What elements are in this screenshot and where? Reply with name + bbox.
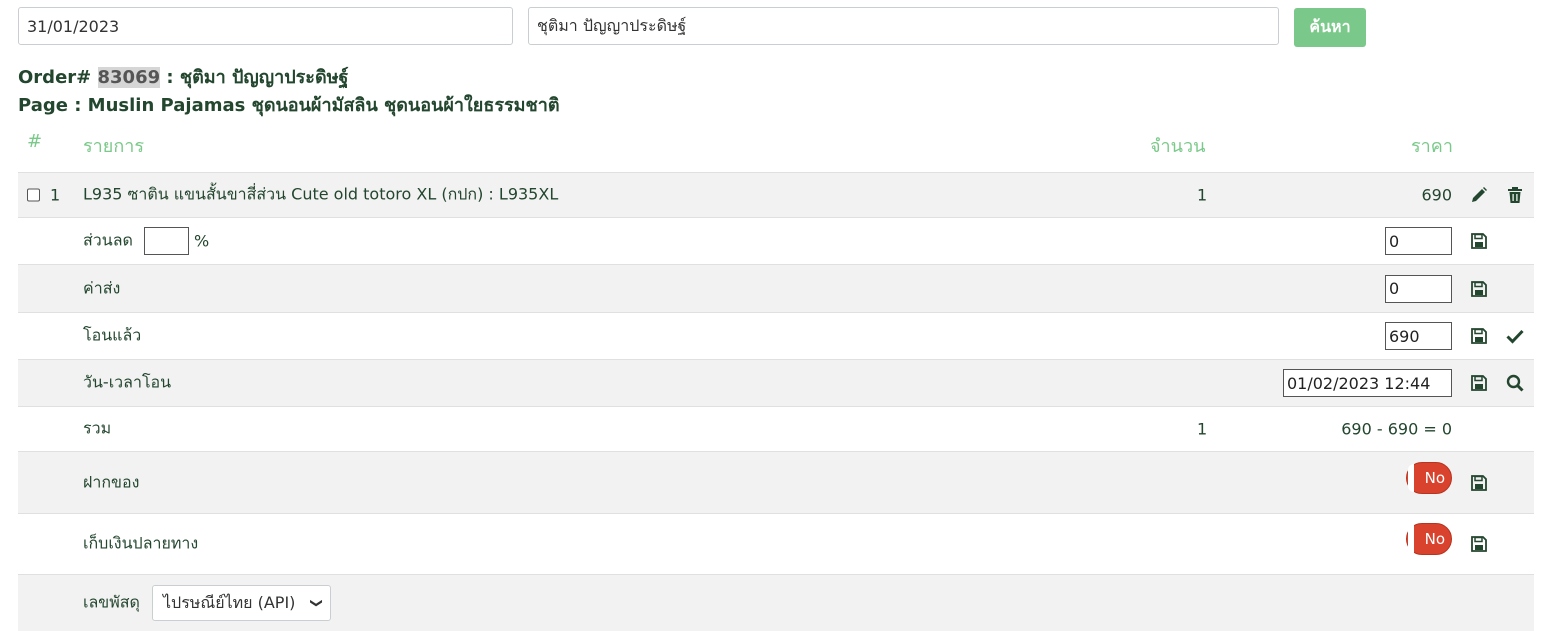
discount-percent-input[interactable] [144,227,189,255]
item-price: 690 [1421,185,1452,205]
search-button[interactable]: ค้นหา [1294,8,1366,47]
total-label: รวม [83,418,112,438]
transfer-time-label: วัน-เวลาโอน [83,372,172,392]
order-id: 83069 [97,67,161,88]
shipping-label: ค่าส่ง [83,278,121,297]
save-icon[interactable] [1470,535,1488,553]
cod-row: เก็บเงินปลายทาง No [18,514,1534,575]
table-row: 1 L935 ซาติน แขนสั้นขาสี่ส่วน Cute old t… [18,172,1534,218]
toggle-label: No [1424,530,1445,548]
header-number: # [27,131,43,152]
save-icon[interactable] [1470,474,1488,492]
transfer-time-row: วัน-เวลาโอน [18,360,1534,407]
search-icon[interactable] [1506,374,1524,392]
order-customer: : ชุติมา ปัญญาประดิษฐ์ [160,67,349,88]
item-number: 1 [50,185,61,205]
discount-input[interactable] [1385,227,1452,255]
date-input[interactable] [18,7,513,45]
chevron-down-icon: ❯ [309,597,324,609]
item-checkbox[interactable] [27,188,40,202]
shipping-row: ค่าส่ง [18,265,1534,313]
percent-sign: % [194,231,210,251]
total-quantity: 1 [1197,419,1208,439]
deposit-toggle[interactable]: No [1406,461,1452,494]
trash-icon[interactable] [1506,186,1524,204]
total-row: รวม 1 690 - 690 = 0 [18,407,1534,452]
save-icon[interactable] [1470,374,1488,392]
customer-name-input[interactable] [528,7,1279,45]
save-icon[interactable] [1470,280,1488,298]
item-name: L935 ซาติน แขนสั้นขาสี่ส่วน Cute old tot… [83,184,559,204]
header-item: รายการ [83,136,144,157]
shipping-input[interactable] [1385,274,1452,303]
header-quantity: จำนวน [1150,136,1206,157]
discount-label: ส่วนลด [83,230,133,250]
toggle-knob [1408,463,1414,492]
paid-input[interactable] [1385,322,1452,350]
toggle-label: No [1424,468,1445,487]
order-prefix: Order# [18,67,98,88]
pencil-icon[interactable] [1470,186,1488,204]
discount-row: ส่วนลด % [18,218,1534,265]
cod-toggle[interactable]: No [1406,523,1452,555]
carrier-selected: ไปรษณีย์ไทย (API) [163,593,296,612]
paid-label: โอนแล้ว [83,325,142,345]
tracking-row: เลขพัสดุ ไปรษณีย์ไทย (API) ❯ [18,575,1534,631]
deposit-row: ฝากของ No [18,452,1534,514]
toggle-knob [1408,525,1414,553]
check-icon[interactable] [1506,327,1524,345]
order-title: Order# 83069 : ชุติมา ปัญญาประดิษฐ์ [18,62,348,91]
total-value: 690 - 690 = 0 [1341,419,1452,439]
header-price: ราคา [1411,136,1453,157]
deposit-label: ฝากของ [83,472,140,491]
tracking-label: เลขพัสดุ [83,592,140,612]
cod-label: เก็บเงินปลายทาง [83,533,199,553]
transfer-time-input[interactable] [1283,369,1452,397]
save-icon[interactable] [1470,232,1488,250]
order-page: Page : Muslin Pajamas ชุดนอนผ้ามัสลิน ชุ… [18,95,560,116]
save-icon[interactable] [1470,327,1488,345]
item-quantity: 1 [1197,185,1208,205]
carrier-select[interactable]: ไปรษณีย์ไทย (API) ❯ [152,585,331,621]
paid-row: โอนแล้ว [18,313,1534,360]
